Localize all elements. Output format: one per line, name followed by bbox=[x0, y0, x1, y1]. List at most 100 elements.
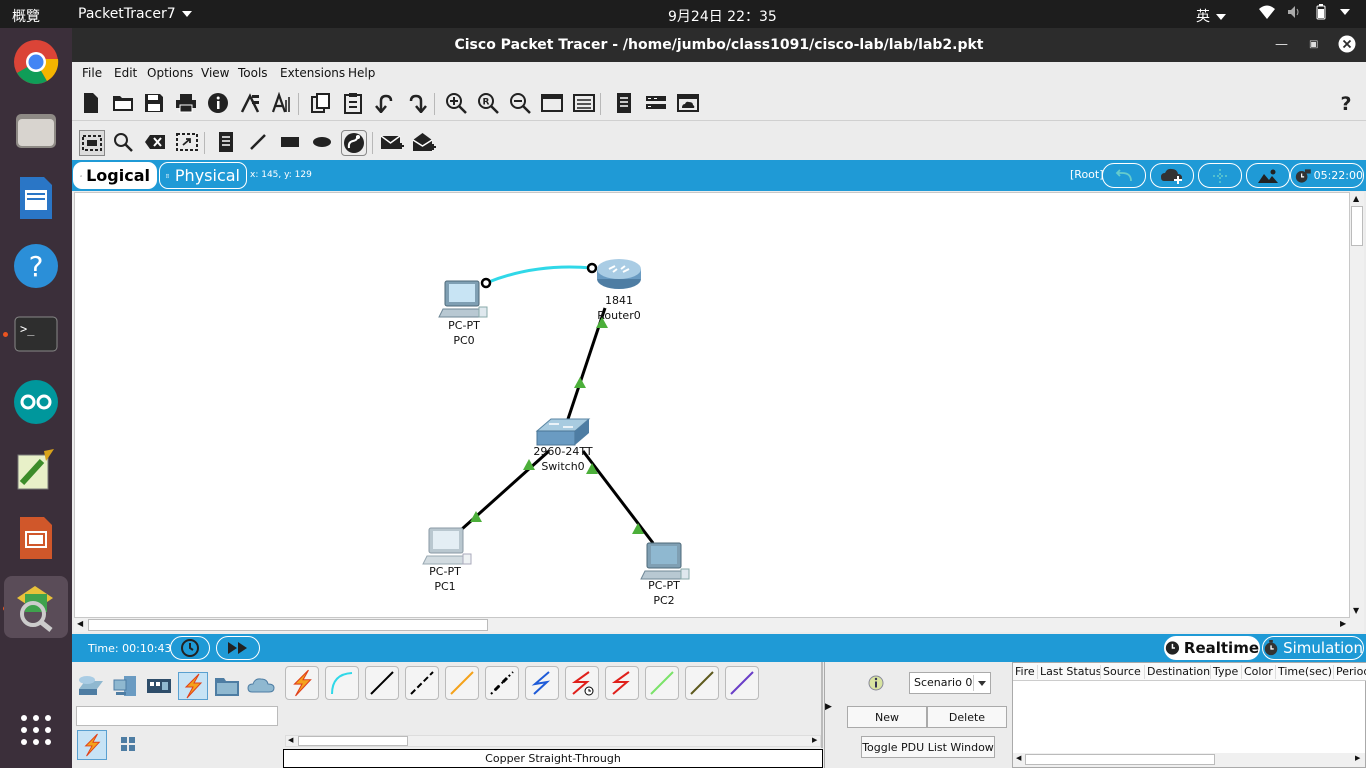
resize-shape-tool[interactable] bbox=[175, 130, 199, 154]
maximize-button[interactable]: ▣ bbox=[1309, 39, 1318, 50]
draw-rectangle-tool[interactable] bbox=[278, 130, 302, 154]
column-source[interactable]: Source bbox=[1100, 665, 1141, 679]
usb-cable[interactable] bbox=[725, 666, 759, 700]
logical-workspace-tab[interactable]: Logical bbox=[73, 162, 157, 189]
paste-button[interactable] bbox=[341, 91, 365, 115]
packet-tracer-launcher[interactable] bbox=[4, 576, 68, 638]
writer-launcher[interactable] bbox=[10, 172, 62, 224]
new-scenario-button[interactable]: New bbox=[847, 706, 927, 728]
input-method-menu[interactable]: 英 bbox=[1196, 6, 1226, 26]
scroll-down-arrow[interactable]: ▼ bbox=[1353, 606, 1359, 615]
horizontal-scroll-thumb[interactable] bbox=[88, 619, 488, 631]
help-button[interactable]: ? bbox=[1334, 91, 1358, 115]
inspect-tool[interactable] bbox=[111, 130, 135, 154]
logical-workspace-canvas[interactable]: PC-PT PC0 1841 Router0 2960-24TT Switch0… bbox=[74, 192, 1350, 618]
realtime-mode-tab[interactable]: Realtime bbox=[1164, 636, 1260, 660]
pc1-device[interactable] bbox=[422, 527, 472, 565]
device-template-button[interactable] bbox=[644, 91, 668, 115]
new-file-button[interactable] bbox=[79, 91, 103, 115]
pc2-device[interactable] bbox=[640, 542, 690, 580]
device-search-input[interactable] bbox=[76, 706, 278, 726]
delete-tool[interactable] bbox=[143, 130, 167, 154]
activities-button[interactable]: 概覽 bbox=[12, 6, 40, 26]
copy-button[interactable] bbox=[309, 91, 333, 115]
menu-edit[interactable]: Edit bbox=[114, 66, 137, 80]
help-launcher[interactable]: ? bbox=[10, 240, 62, 292]
activity-wizard-button[interactable] bbox=[206, 91, 230, 115]
multiuser-category[interactable] bbox=[246, 672, 276, 700]
menu-options[interactable]: Options bbox=[147, 66, 193, 80]
drawing-palette-button[interactable] bbox=[540, 91, 564, 115]
menu-tools[interactable]: Tools bbox=[238, 66, 268, 80]
connections-subcategory[interactable] bbox=[77, 730, 107, 760]
viewport-clock-button[interactable]: 05:22:00 bbox=[1290, 163, 1364, 188]
vertical-scroll-thumb[interactable] bbox=[1351, 206, 1363, 246]
back-button[interactable] bbox=[1102, 163, 1146, 188]
show-applications-button[interactable] bbox=[10, 704, 62, 756]
simulation-mode-tab[interactable]: Simulation bbox=[1262, 636, 1364, 660]
switch0-device[interactable] bbox=[535, 418, 591, 446]
column-periodic[interactable]: Periodic bbox=[1333, 665, 1366, 679]
connections-category[interactable] bbox=[178, 672, 208, 700]
scroll-left-arrow[interactable]: ◀ bbox=[288, 736, 293, 744]
custom-devices-button[interactable] bbox=[572, 91, 596, 115]
arduino-launcher[interactable] bbox=[10, 376, 62, 428]
pdu-scroll-thumb[interactable] bbox=[1025, 754, 1215, 765]
end-devices-category[interactable] bbox=[110, 672, 140, 700]
draw-ellipse-tool[interactable] bbox=[310, 130, 334, 154]
router0-device[interactable] bbox=[597, 259, 641, 289]
components-category[interactable] bbox=[144, 672, 174, 700]
chrome-launcher[interactable] bbox=[10, 36, 62, 88]
minimize-button[interactable]: — bbox=[1275, 37, 1288, 52]
console-cable-pc0-router0[interactable] bbox=[485, 265, 593, 285]
undo-button[interactable] bbox=[373, 91, 397, 115]
close-button[interactable] bbox=[1338, 35, 1356, 57]
serial-dce-cable[interactable] bbox=[565, 666, 599, 700]
cable-palette-scrollbar[interactable]: ◀ ▶ bbox=[285, 735, 821, 747]
column-color[interactable]: Color bbox=[1241, 665, 1273, 679]
app-menu[interactable]: PacketTracer7 bbox=[78, 6, 192, 22]
system-clock[interactable]: 9月24日 22：35 bbox=[668, 6, 777, 26]
select-tool[interactable] bbox=[79, 130, 105, 156]
column-time[interactable]: Time(sec) bbox=[1275, 665, 1332, 679]
open-file-button[interactable] bbox=[111, 91, 135, 115]
canvas-horizontal-scrollbar[interactable]: ◀ ▶ bbox=[74, 618, 1364, 632]
pc0-device[interactable] bbox=[438, 280, 488, 318]
coaxial-cable[interactable] bbox=[525, 666, 559, 700]
system-status-menu[interactable] bbox=[1258, 4, 1350, 20]
menu-extensions[interactable]: Extensions bbox=[280, 66, 345, 80]
scroll-left-arrow[interactable]: ◀ bbox=[1016, 754, 1021, 762]
impress-launcher[interactable] bbox=[10, 512, 62, 564]
column-destination[interactable]: Destination bbox=[1144, 665, 1210, 679]
menu-help[interactable]: Help bbox=[348, 66, 375, 80]
cloud-window-button[interactable] bbox=[676, 91, 700, 115]
copper-cross-over-cable[interactable] bbox=[405, 666, 439, 700]
octal-cable[interactable] bbox=[645, 666, 679, 700]
collapse-panel-arrow[interactable]: ▶ bbox=[825, 702, 832, 712]
fiber-cable[interactable] bbox=[445, 666, 479, 700]
serial-dte-cable[interactable] bbox=[605, 666, 639, 700]
scroll-right-arrow[interactable]: ▶ bbox=[1340, 619, 1346, 628]
scenario-select[interactable]: Scenario 0 bbox=[909, 672, 991, 694]
phone-cable[interactable] bbox=[485, 666, 519, 700]
window-title-bar[interactable]: Cisco Packet Tracer - /home/jumbo/class1… bbox=[72, 28, 1366, 62]
image-editor-launcher[interactable] bbox=[10, 444, 62, 496]
scroll-right-arrow[interactable]: ▶ bbox=[1355, 754, 1360, 762]
column-last-status[interactable]: Last Status bbox=[1037, 665, 1101, 679]
toggle-pdu-list-button[interactable]: Toggle PDU List Window bbox=[861, 736, 995, 758]
freeform-tool[interactable] bbox=[341, 130, 367, 156]
zoom-reset-button[interactable]: R bbox=[476, 91, 500, 115]
font-size-button[interactable] bbox=[270, 91, 294, 115]
menu-view[interactable]: View bbox=[201, 66, 229, 80]
console-cable[interactable] bbox=[325, 666, 359, 700]
scroll-up-arrow[interactable]: ▲ bbox=[1353, 194, 1359, 203]
network-info-button[interactable] bbox=[238, 91, 262, 115]
structured-cabling-subcategory[interactable] bbox=[118, 734, 138, 754]
save-button[interactable] bbox=[142, 91, 166, 115]
print-button[interactable] bbox=[174, 91, 198, 115]
column-fire[interactable]: Fire bbox=[1013, 665, 1035, 679]
menu-file[interactable]: File bbox=[82, 66, 102, 80]
column-type[interactable]: Type bbox=[1210, 665, 1238, 679]
miscellaneous-category[interactable] bbox=[212, 672, 242, 700]
copper-straight-through-cable[interactable] bbox=[365, 666, 399, 700]
